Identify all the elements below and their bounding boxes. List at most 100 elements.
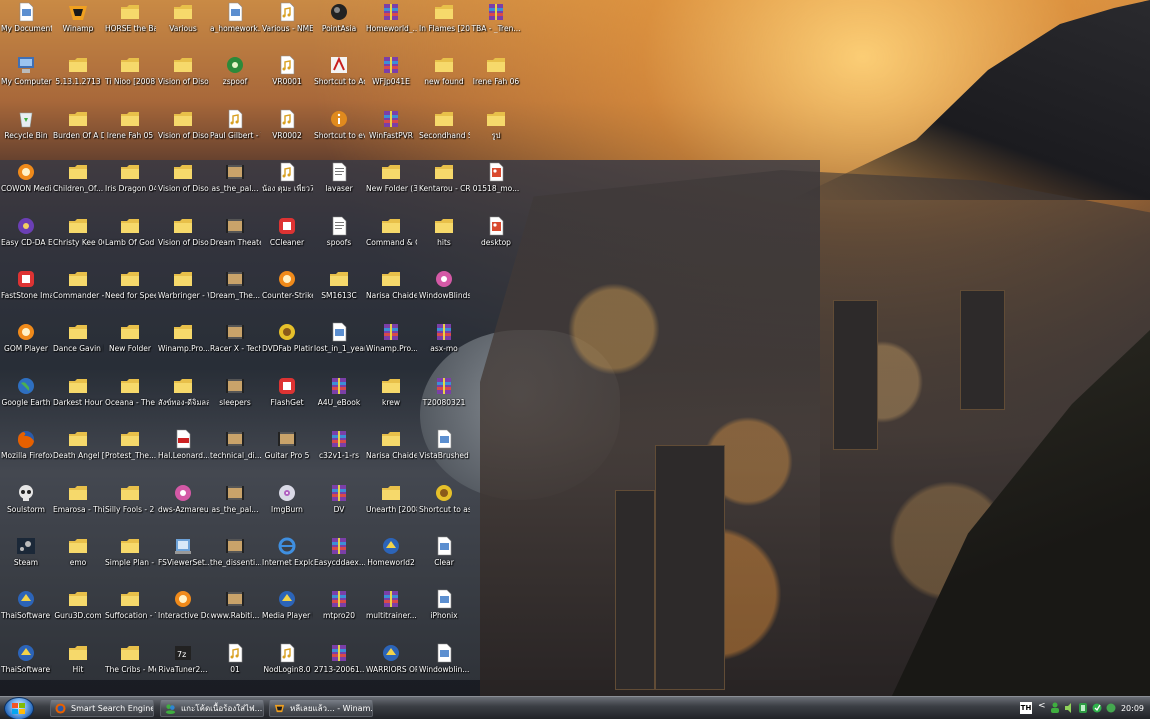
desktop-icon[interactable]: COWON Media Center - jet... bbox=[0, 161, 52, 214]
desktop-icon[interactable]: Homeworld_... bbox=[365, 1, 417, 54]
desktop-icon[interactable]: FSViewerSet... bbox=[157, 535, 209, 588]
desktop-icon[interactable]: Silly Fools - 2 - Candy Man bbox=[104, 482, 156, 535]
desktop-icon[interactable]: Ti Nioo [2008] - Enigma (A... bbox=[104, 54, 156, 107]
desktop-icon[interactable]: T20080321 bbox=[418, 375, 470, 428]
desktop-icon[interactable]: Protest_The... bbox=[104, 428, 156, 481]
desktop-icon[interactable]: the_dissenti... bbox=[209, 535, 261, 588]
desktop-icon[interactable]: Emarosa - This Is Your Wa... bbox=[52, 482, 104, 535]
desktop-icon[interactable]: HORSE the Band bbox=[104, 1, 156, 54]
desktop-icon[interactable]: TBA - _Tren... bbox=[470, 1, 522, 54]
desktop-icon[interactable]: new found bbox=[418, 54, 470, 107]
desktop-icon[interactable]: dws-Azmareuz bbox=[157, 482, 209, 535]
desktop-icon[interactable]: 5.13.1.2713 bbox=[52, 54, 104, 107]
desktop-icon[interactable]: Vision of Disorder - ... bbox=[157, 108, 209, 161]
desktop-icon[interactable]: Winamp.Pro... bbox=[365, 321, 417, 374]
desktop-icon[interactable]: 7z RivaTuner2... bbox=[157, 642, 209, 695]
antivirus-icon[interactable] bbox=[1092, 702, 1102, 714]
desktop-icon[interactable]: Homeworld2 bbox=[365, 535, 417, 588]
desktop-icon[interactable]: สังข์ทอง-ดีจิมลล EP bbox=[157, 375, 209, 428]
network-icon[interactable] bbox=[1050, 702, 1060, 714]
desktop-icon[interactable]: GOM Player bbox=[0, 321, 52, 374]
desktop-icon[interactable]: Death Angel [2008] - Killi... bbox=[52, 428, 104, 481]
desktop-icon[interactable]: mtpro20 bbox=[313, 588, 365, 641]
desktop-icon[interactable]: emo bbox=[52, 535, 104, 588]
desktop-icon[interactable]: as_the_pal... bbox=[209, 482, 261, 535]
desktop-icon[interactable]: DV bbox=[313, 482, 365, 535]
desktop-icon[interactable]: Guitar Pro 5 bbox=[261, 428, 313, 481]
desktop-icon[interactable]: Easy CD-DA Extractor bbox=[0, 215, 52, 268]
desktop-icon[interactable]: Secondhand Serenade ... bbox=[418, 108, 470, 161]
desktop-icon[interactable]: Iris Dragon 04 bbox=[104, 161, 156, 214]
desktop-icon[interactable]: VistaBrushed bbox=[418, 428, 470, 481]
tray-expand-icon[interactable]: < bbox=[1038, 701, 1046, 711]
desktop-icon[interactable]: Command & Conquer 3 bbox=[365, 215, 417, 268]
desktop-icon[interactable]: a_homework... bbox=[209, 1, 261, 54]
utility-icon[interactable] bbox=[1106, 702, 1116, 714]
desktop-icon[interactable]: Children_Of... bbox=[52, 161, 104, 214]
desktop-icon[interactable]: Interactive Downloader bbox=[157, 588, 209, 641]
desktop-icon[interactable]: Dance Gavin Dance - Do... bbox=[52, 321, 104, 374]
desktop-icon[interactable]: My Documents bbox=[0, 1, 52, 54]
desktop-icon[interactable]: Hal.Leonard... bbox=[157, 428, 209, 481]
desktop-icon[interactable]: Various - NME Awards 20... bbox=[261, 1, 313, 54]
desktop-icon[interactable]: hits bbox=[418, 215, 470, 268]
desktop-icon[interactable]: My Computer bbox=[0, 54, 52, 107]
desktop-icon[interactable]: as_the_pal... bbox=[209, 161, 261, 214]
desktop-icon[interactable]: ThaiSoftware Dictionary bbox=[0, 588, 52, 641]
desktop-icon[interactable]: spoofs bbox=[313, 215, 365, 268]
desktop-icon[interactable]: Various bbox=[157, 1, 209, 54]
desktop-icon[interactable]: asx-mo bbox=[418, 321, 470, 374]
desktop-icon[interactable]: www.Rabiti... bbox=[209, 588, 261, 641]
desktop-icon[interactable]: VR0002 bbox=[261, 108, 313, 161]
desktop-icon[interactable]: Recycle Bin bbox=[0, 108, 52, 161]
desktop-icon[interactable]: The Cribs - Mens Nee... bbox=[104, 642, 156, 695]
taskbar-button-firefox[interactable]: Smart Search Engine ... bbox=[50, 699, 154, 717]
desktop-icon[interactable]: ThaiSoftware TranslationB... bbox=[0, 642, 52, 695]
desktop-icon[interactable]: Paul Gilbert - Terrifying ... bbox=[209, 108, 261, 161]
desktop-icon[interactable]: Irene Fah 05 bbox=[104, 108, 156, 161]
start-button[interactable] bbox=[4, 697, 34, 719]
desktop-icon[interactable]: In Flames [2008] ... bbox=[418, 1, 470, 54]
taskbar-button-winamp[interactable]: หลีเลยแล้ว... - Winam... bbox=[269, 699, 373, 717]
desktop-icon[interactable]: Mozilla Firefox bbox=[0, 428, 52, 481]
desktop-icon[interactable]: Shortcut to Adobe A... bbox=[313, 54, 365, 107]
taskbar-button-messenger[interactable]: แกะโค้ดเนื้อร้องใส่ไฟ... bbox=[160, 699, 264, 717]
desktop-icon[interactable]: PointAsia bbox=[313, 1, 365, 54]
desktop-icon[interactable]: Soulstorm bbox=[0, 482, 52, 535]
desktop-icon[interactable]: Counter-Strike Source bbox=[261, 268, 313, 321]
desktop-icon[interactable]: sleepers bbox=[209, 375, 261, 428]
desktop-icon[interactable]: Unearth [2008] - Ali... bbox=[365, 482, 417, 535]
desktop-icon[interactable]: น้อง ตุมะ เพี้ยว7 bbox=[261, 161, 313, 214]
desktop-icon[interactable]: Internet Explorer bbox=[261, 535, 313, 588]
desktop-icon[interactable]: Winamp bbox=[52, 1, 104, 54]
desktop-icon[interactable]: FlashGet bbox=[261, 375, 313, 428]
language-indicator[interactable]: TH bbox=[1020, 702, 1032, 714]
desktop-icon[interactable]: Commander - The Enemi... bbox=[52, 268, 104, 321]
desktop-icon[interactable]: Clear bbox=[418, 535, 470, 588]
desktop-icon[interactable]: Vision of Disord... bbox=[157, 161, 209, 214]
desktop-icon[interactable]: Irene Fah 06 bbox=[470, 54, 522, 107]
desktop-icon[interactable]: Warbringer - War Witho... bbox=[157, 268, 209, 321]
desktop-icon[interactable]: Steam bbox=[0, 535, 52, 588]
desktop-icon[interactable]: WARRIORS OROCHI bbox=[365, 642, 417, 695]
clock[interactable]: 20:09 bbox=[1121, 697, 1144, 719]
desktop-icon[interactable]: 01 bbox=[209, 642, 261, 695]
desktop-icon[interactable]: 01518_mo... bbox=[470, 161, 522, 214]
desktop-icon[interactable]: multitrainer... bbox=[365, 588, 417, 641]
desktop-icon[interactable]: Darkest Hour - Deliver Us 2... bbox=[52, 375, 104, 428]
desktop-icon[interactable]: New Folder bbox=[104, 321, 156, 374]
desktop-icon[interactable]: desktop bbox=[470, 215, 522, 268]
desktop-icon[interactable]: Easycddaex... bbox=[313, 535, 365, 588]
desktop-icon[interactable]: ImgBurn bbox=[261, 482, 313, 535]
desktop-icon[interactable]: A4U_eBook bbox=[313, 375, 365, 428]
desktop-icon[interactable]: WFJp041E bbox=[365, 54, 417, 107]
desktop-icon[interactable]: WindowBlinds bbox=[418, 268, 470, 321]
desktop-icon[interactable]: Vision of Disorder - ... bbox=[157, 54, 209, 107]
desktop-icon[interactable]: lost_in_1_year bbox=[313, 321, 365, 374]
desktop-icon[interactable]: Kentarou - CROW [20... bbox=[418, 161, 470, 214]
desktop-icon[interactable]: Guru3D.com bbox=[52, 588, 104, 641]
desktop-icon[interactable]: Narisa Chaidee - 01 White bbox=[365, 428, 417, 481]
desktop-icon[interactable]: WinFastPVR bbox=[365, 108, 417, 161]
desktop-icon[interactable]: CCleaner bbox=[261, 215, 313, 268]
volume-icon[interactable] bbox=[1064, 702, 1074, 714]
